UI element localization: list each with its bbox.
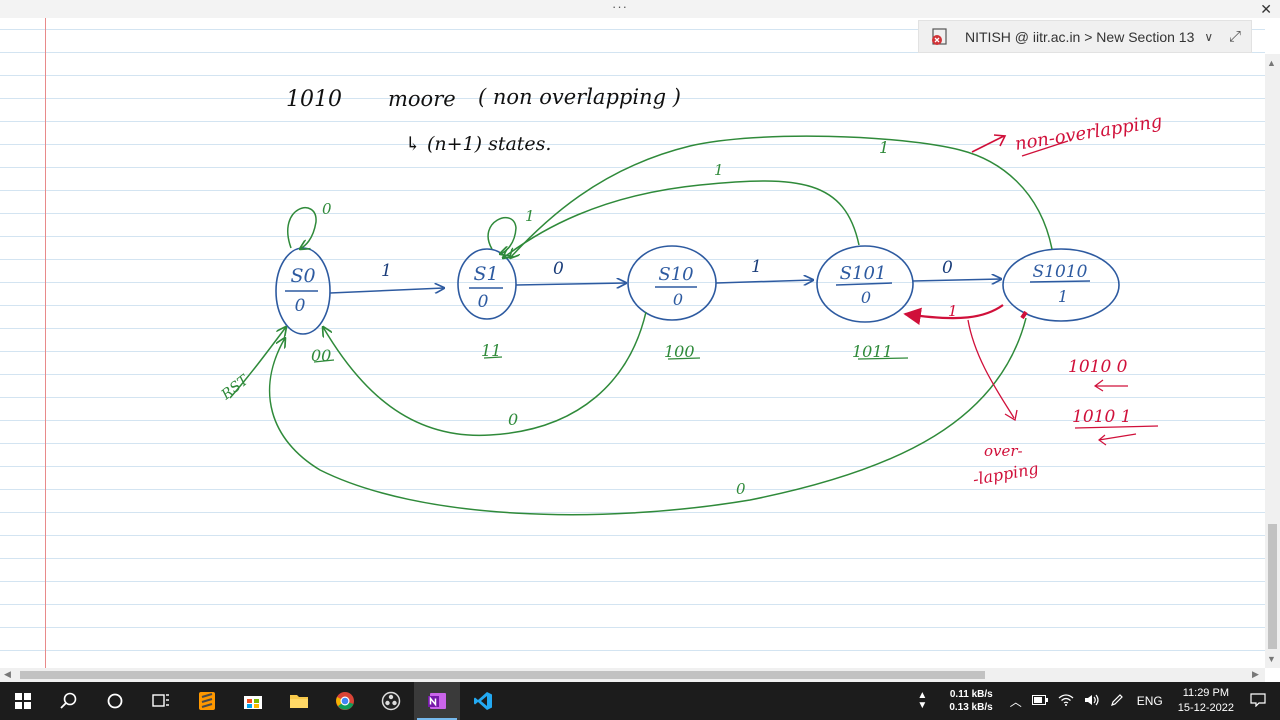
- search-icon[interactable]: [46, 682, 92, 720]
- label-s101-s1010: 0: [942, 258, 953, 278]
- taskbar: ▲ ▼ 0.11 kB/s 0.13 kB/s ︿ ENG 11:29 PM 15…: [0, 682, 1280, 720]
- state-s101-name: S101: [840, 263, 887, 284]
- edge-s101-s1010: [912, 279, 1001, 281]
- horizontal-scrollbar[interactable]: ◀ ▶: [0, 668, 1265, 682]
- system-tray: ▲ ▼ 0.11 kB/s 0.13 kB/s ︿ ENG 11:29 PM 15…: [912, 682, 1280, 720]
- label-s1010-s0: 0: [736, 480, 746, 498]
- state-s1010-name: S1010: [1033, 262, 1088, 282]
- state-s10-output: 0: [673, 290, 683, 309]
- state-s101: S101 0: [816, 245, 914, 323]
- scroll-up-icon[interactable]: ▲: [1267, 58, 1276, 68]
- battery-icon[interactable]: [1031, 694, 1048, 708]
- note-canvas[interactable]: 1010 moore ( non overlapping ) ↳ (n+1) s…: [0, 18, 1265, 668]
- scroll-right-icon[interactable]: ▶: [1252, 669, 1259, 680]
- horizontal-scroll-thumb[interactable]: [20, 671, 985, 679]
- red-pointer-non-overlapping: [971, 134, 1007, 153]
- state-s1-output: 0: [478, 292, 489, 312]
- edge-s1-self: [487, 216, 517, 254]
- store-icon[interactable]: [230, 682, 276, 720]
- side-seq-2: 1010 1: [1072, 407, 1131, 427]
- label-s1010-s101-red: 1: [948, 302, 958, 320]
- task-view-icon[interactable]: [138, 682, 184, 720]
- language-indicator[interactable]: ENG: [1137, 694, 1163, 708]
- edge-s0-self: [287, 206, 317, 249]
- label-s10-s101: 1: [751, 257, 762, 277]
- heading-type: moore: [388, 87, 456, 111]
- chevron-up-icon[interactable]: ︿: [1010, 693, 1022, 710]
- chrome-icon[interactable]: [322, 682, 368, 720]
- edge-s1-s10: [515, 283, 626, 285]
- notification-icon[interactable]: [1250, 692, 1266, 710]
- pen-icon[interactable]: [1110, 693, 1124, 710]
- annot-lapping: -lapping: [971, 459, 1040, 489]
- heading-mode: ( non overlapping ): [478, 85, 681, 109]
- edge-s0-s1: [329, 288, 444, 294]
- notebook-location-bar[interactable]: NITISH @ iitr.ac.in > New Section 13 ∨ ⤢: [918, 20, 1252, 53]
- state-s1-name: S1: [473, 263, 498, 285]
- label-s0-self: 0: [322, 200, 332, 218]
- clock[interactable]: 11:29 PM 15-12-2022: [1178, 686, 1234, 716]
- subnote: ↳ (n+1) states.: [405, 133, 551, 155]
- label-s1-s10: 0: [553, 259, 564, 279]
- file-explorer-icon[interactable]: [276, 682, 322, 720]
- annot-over: over-: [984, 442, 1023, 460]
- sublime-icon[interactable]: [184, 682, 230, 720]
- state-s0: S0 0: [275, 247, 331, 335]
- chevron-down-icon[interactable]: ∨: [1204, 30, 1213, 44]
- clock-date: 15-12-2022: [1177, 702, 1234, 714]
- heading-sequence: 1010: [286, 87, 342, 112]
- clock-time: 11:29 PM: [1182, 687, 1229, 699]
- vscode-icon[interactable]: [460, 682, 506, 720]
- network-activity-icon: ▲ ▼: [917, 690, 928, 711]
- cortana-icon[interactable]: [92, 682, 138, 720]
- vertical-scrollbar[interactable]: ▲ ▼: [1265, 54, 1280, 668]
- code-underlines: [313, 356, 909, 363]
- window-top-bar: ··· ✕: [0, 0, 1280, 18]
- start-icon[interactable]: [0, 682, 46, 720]
- label-s1-self: 1: [525, 207, 535, 225]
- volume-icon[interactable]: [1084, 694, 1100, 709]
- vertical-scroll-thumb[interactable]: [1268, 524, 1277, 649]
- annot-non-overlapping: non-overlapping: [1013, 111, 1163, 155]
- state-s0-output: 0: [295, 296, 306, 316]
- edge-s1010-s0: [268, 317, 1027, 516]
- edge-s10-s101: [715, 280, 813, 283]
- edge-s10-s0: [323, 311, 647, 437]
- state-s10-name: S10: [658, 264, 693, 285]
- state-s1: S1 0: [457, 248, 517, 320]
- obs-icon[interactable]: [368, 682, 414, 720]
- network-down-speed: 0.13 kB/s: [949, 702, 993, 713]
- wifi-icon[interactable]: [1058, 693, 1074, 709]
- state-s1010-output: 1: [1058, 287, 1068, 306]
- scroll-left-icon[interactable]: ◀: [4, 669, 11, 680]
- handwritten-ink: 1010 moore ( non overlapping ) ↳ (n+1) s…: [218, 85, 1164, 516]
- close-icon[interactable]: ✕: [1260, 0, 1272, 18]
- menu-dots[interactable]: ···: [612, 0, 628, 14]
- notebook-sync-icon: [931, 27, 949, 46]
- onenote-icon[interactable]: [414, 682, 460, 720]
- scroll-down-icon[interactable]: ▼: [1267, 654, 1276, 664]
- network-up-speed: 0.11 kB/s: [949, 689, 993, 700]
- expand-icon[interactable]: ⤢: [1229, 28, 1241, 45]
- state-s10: S10 0: [627, 245, 717, 321]
- label-s0-s1: 1: [381, 261, 392, 281]
- state-s0-name: S0: [290, 265, 315, 287]
- edge-s1010-s1: [510, 135, 1053, 258]
- state-s101-output: 0: [861, 288, 871, 307]
- label-s1010-s1: 1: [879, 138, 889, 157]
- label-s101-s1: 1: [714, 161, 724, 179]
- side-seq-1: 1010 0: [1068, 357, 1128, 377]
- state-s1010: S1010 1: [1002, 248, 1120, 322]
- notebook-location-text[interactable]: NITISH @ iitr.ac.in > New Section 13: [965, 29, 1194, 45]
- label-s10-s0: 0: [508, 410, 518, 429]
- network-speed: 0.11 kB/s 0.13 kB/s: [949, 688, 992, 714]
